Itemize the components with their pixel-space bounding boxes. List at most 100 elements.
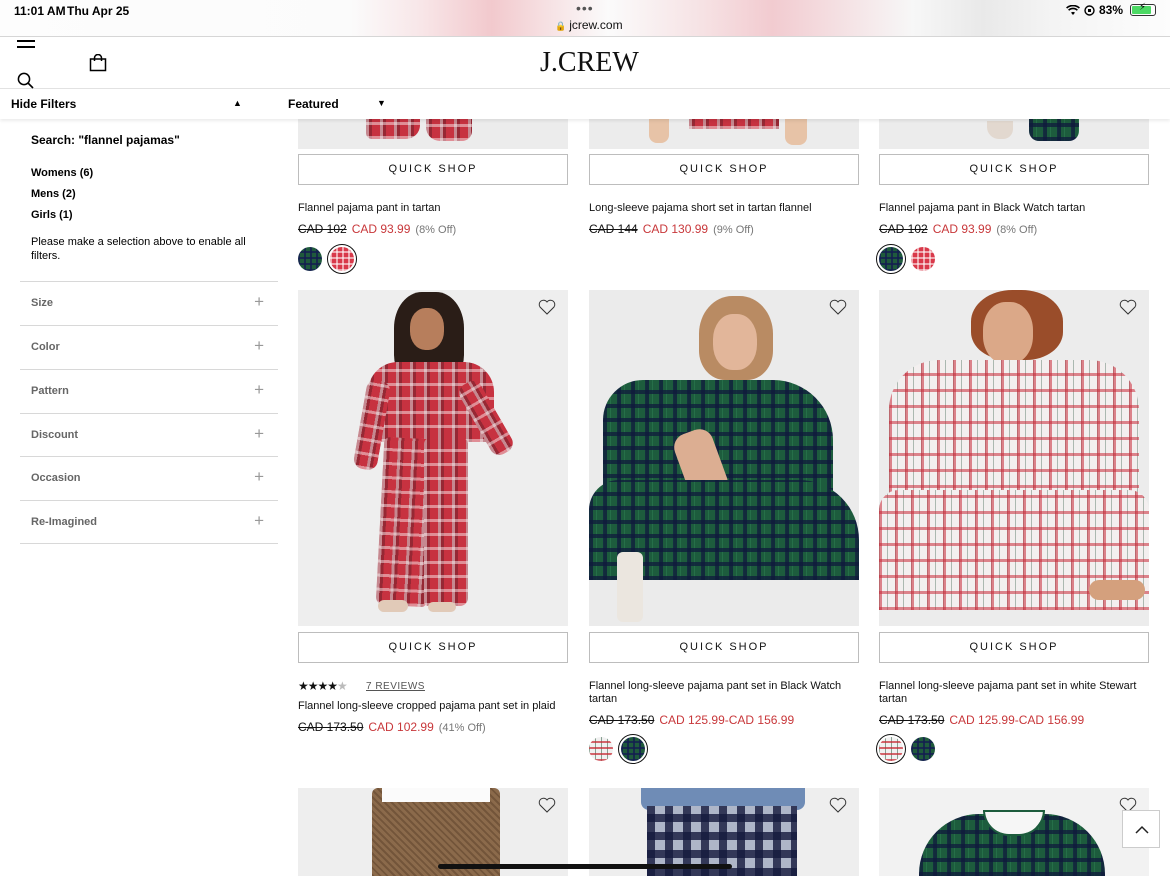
product-price: CAD 144 CAD 130.99 (9% Off) [589, 222, 754, 236]
plus-icon[interactable]: + [254, 336, 264, 356]
swatch-black-watch[interactable] [618, 734, 648, 764]
filter-sort-bar: Hide Filters ▲ Featured ▼ [0, 89, 1170, 119]
product-price: CAD 173.50 CAD 125.99-CAD 156.99 [879, 713, 1089, 727]
back-to-top-button[interactable] [1122, 810, 1160, 848]
quick-shop-button[interactable]: QUICK SHOP [879, 154, 1149, 185]
address-bar[interactable]: 🔒 jcrew.com [555, 18, 623, 32]
swatch-black-watch[interactable] [876, 244, 906, 274]
quick-shop-button[interactable]: QUICK SHOP [298, 154, 568, 185]
facet-label: Occasion [31, 472, 81, 484]
heart-icon[interactable] [829, 797, 847, 813]
shopping-bag-icon[interactable] [89, 54, 107, 72]
search-icon[interactable] [17, 72, 34, 89]
heart-icon[interactable] [829, 299, 847, 315]
product-image[interactable] [589, 788, 859, 876]
swatch-red-tartan[interactable] [911, 247, 935, 271]
product-image[interactable] [589, 119, 859, 149]
caret-down-icon[interactable]: ▼ [377, 98, 386, 108]
plus-icon[interactable]: + [254, 292, 264, 312]
hamburger-menu-icon[interactable] [17, 40, 35, 50]
product-image[interactable] [298, 119, 568, 149]
original-price: CAD 173.50 [298, 720, 364, 734]
swatch-white-stewart[interactable] [876, 734, 906, 764]
sort-dropdown[interactable]: Featured [288, 97, 339, 111]
heart-icon[interactable] [538, 797, 556, 813]
swatch-green-tartan[interactable] [298, 247, 322, 271]
facet-size[interactable]: Size + [20, 281, 278, 325]
quick-shop-button[interactable]: QUICK SHOP [298, 632, 568, 663]
product-name[interactable]: Flannel long-sleeve pajama pant set in B… [589, 680, 864, 706]
swatch-white-stewart[interactable] [589, 737, 613, 761]
original-price: CAD 102 [298, 222, 347, 236]
caret-up-icon[interactable]: ▲ [233, 98, 242, 108]
facet-pattern[interactable]: Pattern + [20, 369, 278, 413]
chevron-up-icon [1135, 825, 1149, 834]
quick-shop-button[interactable]: QUICK SHOP [879, 632, 1149, 663]
product-image[interactable] [879, 290, 1149, 626]
facet-label: Re-Imagined [31, 516, 98, 528]
plus-icon[interactable]: + [254, 380, 264, 400]
selection-note: Please make a selection above to enable … [31, 236, 246, 262]
product-card: QUICK SHOP ★★★★★ 7 REVIEWS Flannel long-… [298, 290, 568, 770]
product-image[interactable] [879, 788, 1149, 876]
heart-icon[interactable] [538, 299, 556, 315]
site-header: J.CREW [0, 37, 1170, 89]
reviews-link[interactable]: 7 REVIEWS [366, 681, 425, 692]
discount-label: (41% Off) [438, 722, 486, 734]
swatch-red-tartan[interactable] [327, 244, 357, 274]
category-womens[interactable]: Womens (6) [31, 167, 93, 179]
category-mens[interactable]: Mens (2) [31, 188, 76, 200]
multitask-dots-icon[interactable]: ••• [576, 0, 594, 16]
original-price: CAD 173.50 [879, 713, 945, 727]
product-image[interactable] [298, 788, 568, 876]
facet-label: Color [31, 341, 60, 353]
sale-price: CAD 102.99 [368, 720, 434, 734]
quick-shop-button[interactable]: QUICK SHOP [589, 154, 859, 185]
category-girls[interactable]: Girls (1) [31, 209, 73, 221]
original-price: CAD 144 [589, 222, 638, 236]
facet-occasion[interactable]: Occasion + [20, 456, 278, 500]
product-price: CAD 102 CAD 93.99 (8% Off) [879, 222, 1037, 236]
divider [20, 543, 278, 544]
product-name[interactable]: Flannel long-sleeve pajama pant set in w… [879, 680, 1154, 706]
product-name[interactable]: Flannel pajama pant in Black Watch tarta… [879, 202, 1154, 215]
heart-icon[interactable] [1119, 299, 1137, 315]
plus-icon[interactable]: + [254, 467, 264, 487]
product-image[interactable] [879, 119, 1149, 149]
discount-label: (8% Off) [996, 224, 1038, 236]
facet-label: Discount [31, 429, 79, 441]
sale-price: CAD 130.99 [642, 222, 709, 236]
facet-color[interactable]: Color + [20, 325, 278, 369]
plus-icon[interactable]: + [254, 511, 264, 531]
quick-shop-button[interactable]: QUICK SHOP [589, 632, 859, 663]
color-swatches [876, 244, 935, 274]
discount-label: (9% Off) [713, 224, 754, 236]
product-card: QUICK SHOP Flannel long-sleeve pajama pa… [589, 290, 859, 770]
original-price: CAD 102 [879, 222, 928, 236]
facet-label: Size [31, 297, 54, 309]
product-card: QUICK SHOP Long-sleeve pajama short set … [589, 119, 859, 279]
product-card: QUICK SHOP Flannel pajama pant in Black … [876, 119, 1149, 279]
product-price: CAD 173.50 CAD 125.99-CAD 156.99 [589, 713, 799, 727]
product-name[interactable]: Long-sleeve pajama short set in tartan f… [589, 202, 864, 215]
hide-filters-button[interactable]: Hide Filters [11, 97, 76, 111]
status-time: 11:01 AM [14, 4, 66, 18]
status-indicators: 83% ⚡ [1066, 2, 1156, 17]
sale-price: CAD 93.99 [932, 222, 992, 236]
wifi-icon [1066, 4, 1080, 15]
jcrew-logo[interactable]: J.CREW [540, 47, 639, 79]
product-name[interactable]: Flannel long-sleeve cropped pajama pant … [298, 700, 573, 713]
facet-discount[interactable]: Discount + [20, 413, 278, 457]
product-image[interactable] [589, 290, 859, 626]
product-name[interactable]: Flannel pajama pant in tartan [298, 202, 573, 215]
home-indicator[interactable] [438, 864, 732, 869]
facet-re-imagined[interactable]: Re-Imagined + [20, 500, 278, 544]
product-card: QUICK SHOP Flannel pajama pant in tartan… [298, 119, 568, 279]
plus-icon[interactable]: + [254, 424, 264, 444]
battery-percent: 83% [1098, 3, 1123, 17]
color-swatches [876, 734, 935, 764]
product-image[interactable] [298, 290, 568, 626]
discount-label: (8% Off) [415, 224, 457, 236]
swatch-black-watch[interactable] [911, 737, 935, 761]
lock-icon: 🔒 [555, 21, 567, 31]
